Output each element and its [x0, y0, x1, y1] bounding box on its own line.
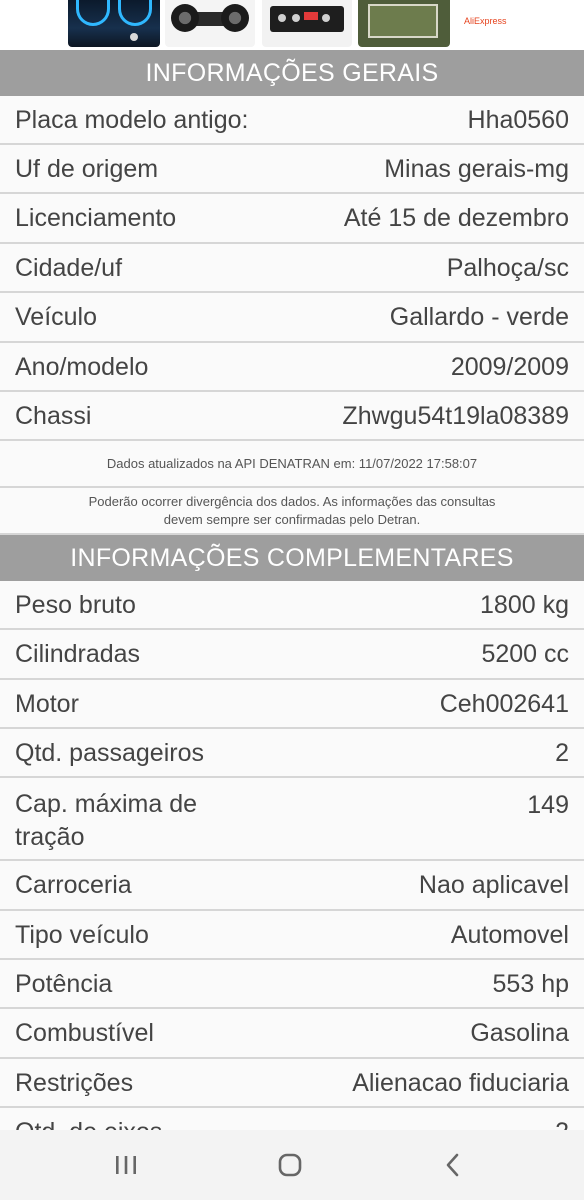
back-icon — [446, 1153, 459, 1177]
dashboard-gauge-icon — [76, 0, 110, 26]
row-value: Palhoça/sc — [446, 254, 569, 282]
ad-thumbnail-conveyor[interactable] — [165, 0, 255, 47]
row-value: 149 — [527, 791, 569, 819]
row-label: Placa modelo antigo: — [15, 106, 249, 134]
info-row-restricoes: Restrições Alienacao fiduciaria — [0, 1059, 584, 1108]
amplifier-knob — [292, 14, 300, 22]
row-label: Restrições — [15, 1069, 134, 1097]
row-value: Ceh002641 — [439, 690, 569, 718]
section-header-complementary: INFORMAÇÕES COMPLEMENTARES — [0, 535, 584, 581]
amplifier-knob — [278, 14, 286, 22]
row-value: Alienacao fiduciaria — [352, 1069, 569, 1097]
row-value: Zhwgu54t19la08389 — [342, 402, 569, 430]
row-value: Nao aplicavel — [418, 871, 569, 899]
info-row-cidade-uf: Cidade/uf Palhoça/sc — [0, 244, 584, 293]
amplifier-display — [304, 12, 318, 20]
section-header-general: INFORMAÇÕES GERAIS — [0, 50, 584, 96]
data-updated-text: Dados atualizados na API DENATRAN em: 11… — [106, 455, 478, 471]
row-label: Qtd. passageiros — [15, 739, 204, 767]
info-row-potencia: Potência 553 hp — [0, 960, 584, 1009]
ad-thumbnail-circuit-board[interactable] — [358, 0, 450, 47]
disclaimer-text: Poderão ocorrer divergência dos dados. A… — [88, 493, 496, 527]
row-label: Cap. máxima de tração — [15, 790, 198, 851]
back-button[interactable] — [433, 1150, 473, 1180]
conveyor-roller-icon — [171, 4, 199, 32]
row-value: Até 15 de dezembro — [343, 204, 569, 232]
row-value: 2009/2009 — [450, 353, 569, 381]
row-label: Cilindradas — [15, 640, 141, 668]
row-value: 553 hp — [492, 970, 569, 998]
row-label: Licenciamento — [15, 204, 177, 232]
row-label: Carroceria — [15, 871, 132, 899]
row-label: Ano/modelo — [15, 353, 149, 381]
info-row-cilindradas: Cilindradas 5200 cc — [0, 630, 584, 680]
ad-image-detail — [130, 33, 138, 41]
row-value: Automovel — [450, 921, 569, 949]
row-label: Tipo veículo — [15, 921, 149, 949]
home-icon — [278, 1153, 302, 1177]
row-label: Combustível — [15, 1019, 154, 1047]
row-value: 1800 kg — [480, 591, 569, 619]
info-row-peso-bruto: Peso bruto 1800 kg — [0, 581, 584, 630]
info-row-placa: Placa modelo antigo: Hha0560 — [0, 96, 584, 145]
circuit-board-icon — [368, 4, 438, 38]
row-label: Motor — [15, 690, 79, 718]
info-row-ano-modelo: Ano/modelo 2009/2009 — [0, 343, 584, 392]
info-row-veiculo: Veículo Gallardo - verde — [0, 293, 584, 343]
ad-thumbnail-amplifier[interactable] — [262, 0, 352, 47]
row-value: 5200 cc — [481, 640, 569, 668]
info-row-tipo-veiculo: Tipo veículo Automovel — [0, 911, 584, 960]
ad-banner[interactable]: AliExpress — [0, 0, 584, 50]
info-row-carroceria: Carroceria Nao aplicavel — [0, 861, 584, 911]
recent-apps-icon — [116, 1156, 136, 1174]
row-value: Minas gerais-mg — [384, 155, 569, 183]
row-label: Peso bruto — [15, 591, 136, 619]
row-label: Cidade/uf — [15, 254, 123, 282]
info-row-chassi: Chassi Zhwgu54t19la08389 — [0, 392, 584, 441]
row-value: 2 — [555, 739, 569, 767]
disclaimer-note: Poderão ocorrer divergência dos dados. A… — [0, 488, 584, 535]
info-row-licenciamento: Licenciamento Até 15 de dezembro — [0, 194, 584, 244]
conveyor-roller-icon — [221, 4, 249, 32]
row-label: Potência — [15, 970, 113, 998]
row-value: Gasolina — [470, 1019, 569, 1047]
info-row-uf-origem: Uf de origem Minas gerais-mg — [0, 145, 584, 194]
row-label: Chassi — [15, 402, 92, 430]
ad-thumbnail-dashboard[interactable] — [68, 0, 160, 47]
home-button[interactable] — [270, 1150, 310, 1180]
info-row-combustivel: Combustível Gasolina — [0, 1009, 584, 1059]
aliexpress-logo: AliExpress — [464, 16, 507, 26]
row-label: Veículo — [15, 303, 98, 331]
info-row-motor: Motor Ceh002641 — [0, 680, 584, 729]
info-row-passageiros: Qtd. passageiros 2 — [0, 729, 584, 778]
row-value: Gallardo - verde — [389, 303, 569, 331]
amplifier-knob — [322, 14, 330, 22]
row-value: Hha0560 — [467, 106, 569, 134]
dashboard-gauge-icon — [118, 0, 152, 26]
system-navigation-bar — [0, 1130, 584, 1200]
info-row-capacidade-tracao: Cap. máxima de tração 149 — [0, 778, 584, 861]
row-label: Uf de origem — [15, 155, 159, 183]
recent-apps-button[interactable] — [106, 1150, 146, 1180]
data-updated-note: Dados atualizados na API DENATRAN em: 11… — [0, 441, 584, 488]
